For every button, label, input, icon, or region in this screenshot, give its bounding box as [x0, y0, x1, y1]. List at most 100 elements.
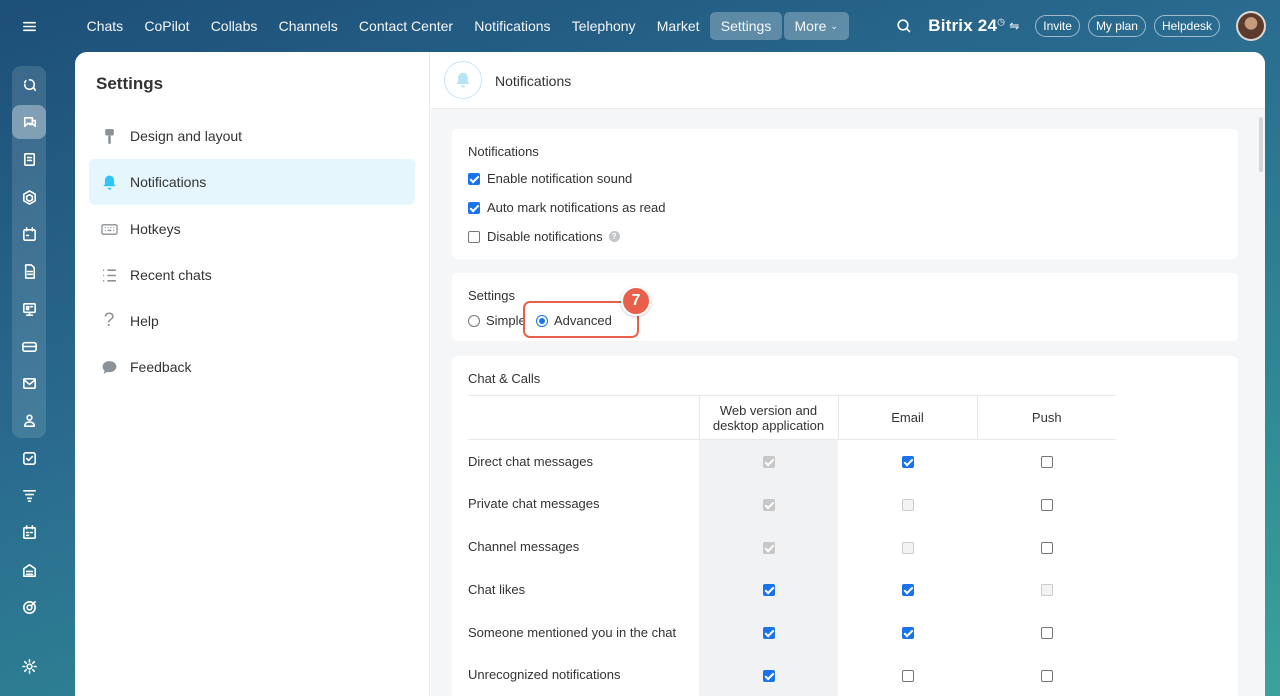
nav-notifications[interactable]: Notifications — [464, 12, 561, 40]
brand-logo[interactable]: Bitrix 24◷ — [928, 16, 1005, 36]
sidebar-item-recent-chats[interactable]: Recent chats — [89, 252, 415, 298]
web-checkbox[interactable] — [762, 627, 775, 640]
email-checkbox[interactable] — [901, 456, 914, 469]
chat-calls-table: Web version and desktop application Emai… — [468, 395, 1116, 696]
push-checkbox[interactable] — [1040, 456, 1053, 469]
option-notification-sound[interactable]: Enable notification sound — [468, 171, 632, 186]
email-cell — [838, 440, 977, 483]
nav-chats[interactable]: Chats — [76, 12, 134, 40]
sidebar-item-help[interactable]: ? Help — [89, 298, 415, 344]
store-icon[interactable] — [12, 553, 46, 587]
tune-icon[interactable]: ⇋ — [1009, 19, 1019, 33]
nav-settings[interactable]: Settings — [710, 12, 782, 40]
chats-icon[interactable] — [12, 105, 46, 139]
tasks-icon[interactable] — [12, 441, 46, 475]
settings-card-title: Settings — [468, 288, 515, 303]
list-icon — [99, 265, 119, 285]
email-checkbox[interactable] — [901, 584, 914, 597]
notification-sound-checkbox[interactable] — [468, 172, 480, 185]
web-checkbox — [762, 541, 775, 554]
chat-calls-title: Chat & Calls — [468, 371, 541, 386]
table-row: Unrecognized notifications — [468, 653, 1116, 696]
push-cell — [977, 440, 1116, 483]
card-icon[interactable] — [12, 329, 46, 363]
radio-simple[interactable]: Simple — [468, 313, 526, 328]
email-checkbox — [901, 498, 914, 511]
mail-icon[interactable] — [12, 366, 46, 400]
web-cell — [699, 525, 838, 568]
auto-mark-read-checkbox[interactable] — [468, 201, 480, 214]
nav-market[interactable]: Market — [646, 12, 710, 40]
sidebar-item-design[interactable]: Design and layout — [89, 113, 415, 159]
web-checkbox[interactable] — [762, 584, 775, 597]
feed-icon[interactable] — [12, 142, 46, 176]
nav-telephony[interactable]: Telephony — [561, 12, 646, 40]
filter-icon[interactable] — [12, 478, 46, 512]
disable-notifications-checkbox[interactable] — [468, 230, 480, 243]
nav-more-button[interactable]: More ⌄ — [783, 12, 849, 40]
push-checkbox[interactable] — [1040, 498, 1053, 511]
hexagon-icon[interactable] — [12, 180, 46, 214]
scrollbar[interactable] — [1259, 117, 1263, 172]
board-icon[interactable] — [12, 292, 46, 326]
column-header-push: Push — [976, 395, 1116, 440]
schedule-icon[interactable] — [12, 515, 46, 549]
header-right: Bitrix 24◷ ⇋ Invite My plan Helpdesk — [896, 10, 1266, 42]
push-cell — [977, 525, 1116, 568]
web-checkbox[interactable] — [762, 669, 775, 682]
column-header-email: Email — [837, 395, 977, 440]
email-cell — [838, 653, 977, 696]
nav-channels[interactable]: Channels — [268, 12, 348, 40]
row-label: Private chat messages — [468, 496, 600, 512]
top-navigation: Chats CoPilot Collabs Channels Contact C… — [76, 12, 849, 40]
sidebar-item-label: Recent chats — [130, 267, 212, 283]
table-row: Private chat messages — [468, 482, 1116, 526]
sidebar-item-feedback[interactable]: Feedback — [89, 344, 415, 390]
avatar[interactable] — [1236, 11, 1266, 41]
nav-copilot[interactable]: CoPilot — [134, 12, 200, 40]
option-label: Disable notifications — [487, 229, 603, 244]
calendar-icon[interactable] — [12, 217, 46, 251]
menu-icon[interactable] — [12, 9, 46, 43]
my-plan-button[interactable]: My plan — [1087, 15, 1146, 37]
clock-icon: ◷ — [997, 16, 1006, 27]
target-icon[interactable] — [12, 590, 46, 624]
row-label: Chat likes — [468, 581, 526, 597]
nav-collabs[interactable]: Collabs — [200, 12, 268, 40]
simple-label: Simple — [486, 313, 526, 328]
option-auto-mark-read[interactable]: Auto mark notifications as read — [468, 200, 665, 215]
row-label: Channel messages — [468, 538, 580, 554]
row-label: Someone mentioned you in the chat — [468, 624, 677, 640]
table-header-row: Web version and desktop application Emai… — [468, 395, 1116, 440]
push-cell — [977, 611, 1116, 654]
settings-content: Notifications Notifications Enable notif… — [431, 52, 1265, 696]
search-icon[interactable] — [896, 18, 912, 34]
table-row: Direct chat messages — [468, 439, 1116, 483]
invite-button[interactable]: Invite — [1035, 15, 1080, 37]
simple-radio[interactable] — [468, 314, 480, 327]
row-label: Unrecognized notifications — [468, 667, 621, 683]
column-header-web: Web version and desktop application — [698, 395, 838, 440]
push-checkbox[interactable] — [1040, 627, 1053, 640]
option-label: Auto mark notifications as read — [487, 200, 666, 215]
copilot-icon[interactable] — [12, 68, 46, 102]
speech-bubble-icon — [99, 357, 119, 377]
push-checkbox — [1040, 584, 1053, 597]
nav-contact-center[interactable]: Contact Center — [348, 12, 463, 40]
help-icon[interactable]: ? — [608, 231, 620, 242]
sidebar-item-hotkeys[interactable]: Hotkeys — [89, 206, 415, 252]
document-icon[interactable] — [12, 254, 46, 288]
settings-icon[interactable] — [12, 649, 46, 683]
left-app-bar — [0, 0, 58, 696]
email-checkbox[interactable] — [901, 669, 914, 682]
sidebar-item-notifications[interactable]: Notifications — [89, 159, 415, 205]
sidebar-item-label: Help — [130, 313, 159, 329]
push-checkbox[interactable] — [1040, 669, 1053, 682]
header-bell-icon — [444, 61, 482, 99]
push-checkbox[interactable] — [1040, 541, 1053, 554]
team-icon[interactable] — [12, 403, 46, 437]
helpdesk-button[interactable]: Helpdesk — [1153, 15, 1220, 37]
sidebar-item-label: Feedback — [130, 359, 192, 375]
email-checkbox[interactable] — [901, 627, 914, 640]
option-disable-notifications[interactable]: Disable notifications ? — [468, 229, 620, 244]
